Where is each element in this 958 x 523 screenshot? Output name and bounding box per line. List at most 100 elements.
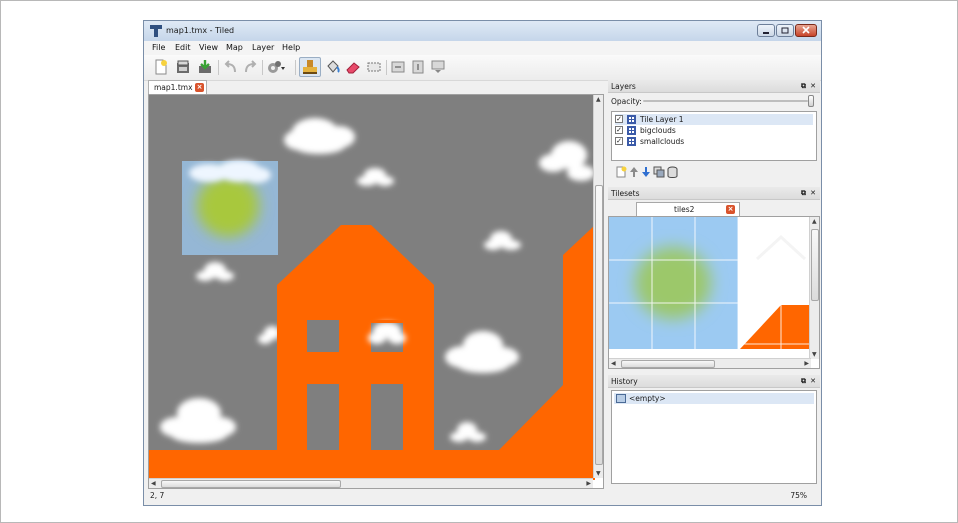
house-window-top-left (307, 320, 339, 352)
close-panel-icon[interactable]: ✕ (810, 82, 816, 90)
layer-visibility-checkbox[interactable]: ✓ (615, 137, 623, 145)
scroll-left-icon[interactable]: ◀ (611, 360, 616, 367)
close-panel-icon[interactable]: ✕ (810, 377, 816, 385)
scroll-right-icon[interactable]: ▶ (804, 360, 809, 367)
scroll-up-icon[interactable]: ▲ (812, 218, 817, 225)
menu-edit[interactable]: Edit (175, 43, 191, 52)
eraser-icon[interactable] (345, 59, 361, 75)
tileset-vertical-thumb[interactable] (811, 229, 819, 301)
rect-select-icon[interactable] (366, 59, 382, 75)
layer-row-tile-layer-1[interactable]: ✓ Tile Layer 1 (615, 114, 813, 125)
scroll-down-icon[interactable]: ▼ (596, 470, 601, 477)
stamp-brush-icon (303, 60, 317, 74)
layer-row-bigclouds[interactable]: ✓ bigclouds (615, 125, 813, 136)
ground-strip (149, 450, 595, 480)
sun-tile (197, 175, 259, 237)
map-rendering (149, 95, 595, 480)
menu-bar: File Edit View Map Layer Help (144, 41, 821, 55)
tileset-vertical-scrollbar[interactable]: ▲ ▼ (809, 217, 819, 359)
new-file-icon[interactable] (153, 59, 169, 75)
flip-v-icon[interactable] (410, 59, 426, 75)
vertical-scroll-thumb[interactable] (595, 185, 603, 465)
layer-visibility-checkbox[interactable]: ✓ (615, 115, 623, 123)
opacity-slider-track[interactable] (643, 100, 808, 102)
save-file-icon[interactable] (197, 59, 213, 75)
tilesets-panel-header[interactable]: Tilesets ⧉ ✕ (608, 187, 820, 200)
history-entry[interactable]: <empty> (614, 393, 814, 404)
title-bar[interactable]: map1.tmx - Tiled (144, 21, 821, 41)
flip-h-icon[interactable] (390, 59, 406, 75)
undock-icon[interactable]: ⧉ (801, 189, 806, 198)
history-panel-title: History (611, 377, 638, 386)
maximize-button[interactable] (776, 24, 794, 37)
add-layer-icon[interactable] (615, 166, 627, 178)
menu-map[interactable]: Map (226, 43, 243, 52)
remove-layer-icon[interactable] (667, 166, 678, 178)
menu-help[interactable]: Help (282, 43, 300, 52)
orange-roof-tile (740, 305, 809, 349)
menu-layer[interactable]: Layer (252, 43, 274, 52)
command-gear-icon[interactable] (266, 59, 286, 75)
undock-icon[interactable]: ⧉ (801, 377, 806, 386)
tile-layer-icon (627, 115, 636, 124)
history-entry-label: <empty> (629, 394, 666, 403)
minimize-icon (763, 32, 769, 34)
menu-file[interactable]: File (152, 43, 165, 52)
tileset-horizontal-thumb[interactable] (621, 360, 715, 368)
document-tab-strip: map1.tmx × (148, 80, 604, 94)
window-title: map1.tmx - Tiled (166, 26, 235, 35)
layers-panel-header[interactable]: Layers ⧉ ✕ (608, 80, 820, 93)
bucket-fill-icon[interactable] (325, 59, 341, 75)
tileset-view[interactable]: ▲ ▼ ◀ ▶ (608, 216, 820, 369)
tab-map1[interactable]: map1.tmx × (148, 80, 207, 94)
redo-icon[interactable] (242, 59, 258, 75)
move-layer-down-icon[interactable] (641, 166, 651, 178)
tileset-horizontal-scrollbar[interactable]: ◀ ▶ (609, 358, 811, 368)
layers-list: ✓ Tile Layer 1 ✓ bigclouds ✓ smallclouds (611, 111, 817, 161)
toolbar-separator (262, 60, 263, 75)
house-window-bottom-right (371, 384, 403, 450)
scroll-right-icon[interactable]: ▶ (586, 480, 591, 487)
window-frame (371, 320, 403, 323)
close-tileset-tab-icon[interactable]: × (726, 205, 735, 214)
rotate-icon[interactable] (430, 59, 446, 75)
layer-name: smallclouds (640, 137, 685, 146)
toolbar-separator (295, 60, 296, 75)
close-panel-icon[interactable]: ✕ (810, 189, 816, 197)
menu-view[interactable]: View (199, 43, 218, 52)
tab-tiles2[interactable]: tiles2 × (636, 202, 740, 216)
move-layer-up-icon[interactable] (629, 166, 639, 178)
close-window-button[interactable] (795, 24, 817, 37)
scroll-left-icon[interactable]: ◀ (151, 480, 156, 487)
open-file-icon[interactable] (175, 59, 191, 75)
history-panel-header[interactable]: History ⧉ ✕ (608, 375, 820, 388)
toolbar-separator (218, 60, 219, 75)
tile-layer-icon (627, 137, 636, 146)
zoom-level[interactable]: 75% (790, 491, 807, 500)
history-entry-icon (616, 394, 626, 403)
sun-tiles (635, 247, 711, 319)
tiled-window: map1.tmx - Tiled File Edit View Map Laye… (143, 20, 822, 506)
main-toolbar (144, 55, 821, 81)
close-tab-icon[interactable]: × (195, 83, 204, 92)
layers-panel: Layers ⧉ ✕ Opacity: ✓ Tile Layer 1 ✓ big… (608, 80, 820, 184)
tilesets-panel: Tilesets ⧉ ✕ tiles2 × ▲ ▼ ◀ ▶ (608, 187, 820, 373)
opacity-slider-handle[interactable] (808, 95, 814, 107)
map-canvas[interactable]: ▲ ▼ ◀ ▶ (148, 94, 604, 489)
scroll-up-icon[interactable]: ▲ (596, 96, 601, 103)
close-icon (802, 26, 810, 34)
layer-visibility-checkbox[interactable]: ✓ (615, 126, 623, 134)
scroll-down-icon[interactable]: ▼ (812, 351, 817, 358)
minimize-button[interactable] (757, 24, 775, 37)
status-bar: 2, 7 75% (144, 487, 821, 505)
map-vertical-scrollbar[interactable]: ▲ ▼ (593, 95, 603, 478)
undo-icon[interactable] (223, 59, 239, 75)
history-list: <empty> (611, 390, 817, 484)
undock-icon[interactable]: ⧉ (801, 82, 806, 91)
maximize-icon (781, 27, 789, 34)
layer-name: bigclouds (640, 126, 676, 135)
duplicate-layer-icon[interactable] (653, 166, 665, 178)
tile-layer-icon (627, 126, 636, 135)
layer-row-smallclouds[interactable]: ✓ smallclouds (615, 136, 813, 147)
stamp-brush-button[interactable] (299, 57, 321, 77)
